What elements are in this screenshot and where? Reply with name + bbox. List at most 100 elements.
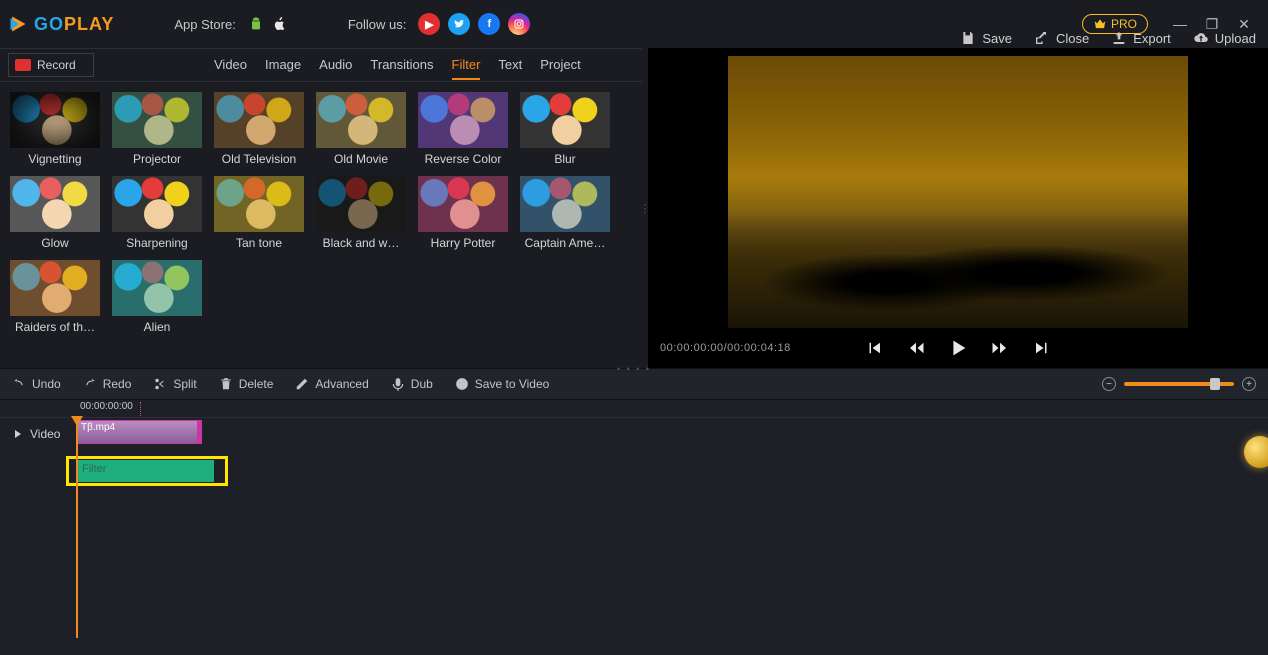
- filter-thumbnail: [418, 92, 508, 148]
- filter-thumbnail: [112, 92, 202, 148]
- filter-item[interactable]: Sharpening: [112, 176, 202, 250]
- twitter-icon[interactable]: [448, 13, 470, 35]
- dub-button[interactable]: Dub: [391, 377, 433, 391]
- filter-label: Reverse Color: [418, 152, 508, 166]
- undo-icon: [12, 377, 26, 391]
- video-clip[interactable]: Tβ.mp4: [76, 420, 200, 444]
- export-button[interactable]: Export: [1111, 30, 1171, 46]
- filter-label: Raiders of th…: [10, 320, 100, 334]
- tab-image[interactable]: Image: [265, 51, 301, 80]
- zoom-out-button[interactable]: −: [1102, 377, 1116, 391]
- filter-item[interactable]: Alien: [112, 260, 202, 334]
- filter-label: Old Movie: [316, 152, 406, 166]
- filter-label: Harry Potter: [418, 236, 508, 250]
- save-button[interactable]: Save: [960, 30, 1012, 46]
- redo-button[interactable]: Redo: [83, 377, 132, 391]
- timeline-ruler[interactable]: 00:00:00:00: [0, 400, 1268, 418]
- filter-thumbnail: [214, 176, 304, 232]
- tab-text[interactable]: Text: [498, 51, 522, 80]
- filter-item[interactable]: Old Movie: [316, 92, 406, 166]
- zoom-slider[interactable]: [1124, 382, 1234, 386]
- play-button[interactable]: [947, 337, 969, 359]
- split-icon: [153, 377, 167, 391]
- tab-project[interactable]: Project: [540, 51, 580, 80]
- filter-label: Projector: [112, 152, 202, 166]
- clip-endcap[interactable]: [197, 420, 202, 444]
- skip-start-button[interactable]: [863, 337, 885, 359]
- filter-thumbnail: [10, 260, 100, 316]
- filter-item[interactable]: Captain Ame…: [520, 176, 610, 250]
- filter-item[interactable]: Reverse Color: [418, 92, 508, 166]
- close-button[interactable]: Close: [1034, 30, 1089, 46]
- frame-back-button[interactable]: [905, 337, 927, 359]
- filter-item[interactable]: Glow: [10, 176, 100, 250]
- timeline: 00:00:00:00 Video Tβ.mp4 Filter: [0, 400, 1268, 655]
- follow-label: Follow us:: [348, 17, 407, 32]
- filter-thumbnail: [112, 260, 202, 316]
- filter-label: Black and w…: [316, 236, 406, 250]
- record-label: Record: [37, 58, 76, 72]
- media-tabs: Video Image Audio Transitions Filter Tex…: [214, 51, 581, 80]
- filter-item[interactable]: Tan tone: [214, 176, 304, 250]
- filter-thumbnail: [316, 176, 406, 232]
- zoom-in-button[interactable]: +: [1242, 377, 1256, 391]
- pro-label: PRO: [1111, 17, 1137, 31]
- youtube-icon[interactable]: ▶: [418, 13, 440, 35]
- redo-label: Redo: [103, 377, 132, 391]
- apple-icon[interactable]: [272, 16, 288, 32]
- filter-thumbnail: [418, 176, 508, 232]
- tab-transitions[interactable]: Transitions: [370, 51, 433, 80]
- filter-thumbnail: [10, 92, 100, 148]
- redo-icon: [83, 377, 97, 391]
- save-to-video-button[interactable]: Save to Video: [455, 377, 550, 391]
- advanced-button[interactable]: Advanced: [295, 377, 368, 391]
- tab-audio[interactable]: Audio: [319, 51, 352, 80]
- video-clip-name: Tβ.mp4: [81, 422, 115, 433]
- close-icon: [1034, 30, 1050, 46]
- export-label: Export: [1133, 31, 1171, 46]
- filter-label: Blur: [520, 152, 610, 166]
- filter-thumbnail: [10, 176, 100, 232]
- filter-item[interactable]: Old Television: [214, 92, 304, 166]
- undo-button[interactable]: Undo: [12, 377, 61, 391]
- filter-item[interactable]: Black and w…: [316, 176, 406, 250]
- ruler-timecode: 00:00:00:00: [80, 401, 133, 412]
- main-area: Record Video Image Audio Transitions Fil…: [0, 48, 1268, 368]
- tab-video[interactable]: Video: [214, 51, 247, 80]
- save-video-icon: [455, 377, 469, 391]
- filter-item[interactable]: Vignetting: [10, 92, 100, 166]
- delete-label: Delete: [239, 377, 274, 391]
- delete-button[interactable]: Delete: [219, 377, 274, 391]
- filter-thumbnail: [112, 176, 202, 232]
- save-to-video-label: Save to Video: [475, 377, 550, 391]
- filter-item[interactable]: Raiders of th…: [10, 260, 100, 334]
- tab-filter[interactable]: Filter: [452, 51, 481, 80]
- timeline-body[interactable]: Video Tβ.mp4 Filter: [0, 418, 1268, 638]
- playhead[interactable]: [76, 418, 78, 638]
- skip-end-button[interactable]: [1031, 337, 1053, 359]
- android-icon[interactable]: [248, 16, 264, 32]
- record-button[interactable]: Record: [8, 53, 94, 77]
- playback-controls: 00:00:00:00/00:00:04:18: [648, 328, 1268, 368]
- split-button[interactable]: Split: [153, 377, 196, 391]
- filter-label: Old Television: [214, 152, 304, 166]
- filter-thumbnail: [520, 176, 610, 232]
- coin-badge[interactable]: [1244, 436, 1268, 468]
- filter-item[interactable]: Blur: [520, 92, 610, 166]
- delete-icon: [219, 377, 233, 391]
- upload-button[interactable]: Upload: [1193, 30, 1256, 46]
- toolbar-drag-handle[interactable]: • • • •: [617, 364, 651, 374]
- instagram-icon[interactable]: [508, 13, 530, 35]
- zoom-control: − +: [1102, 377, 1256, 391]
- dub-icon: [391, 377, 405, 391]
- filter-label: Sharpening: [112, 236, 202, 250]
- facebook-icon[interactable]: f: [478, 13, 500, 35]
- filter-item[interactable]: Harry Potter: [418, 176, 508, 250]
- timeline-toolbar: • • • • Undo Redo Split Delete Advanced …: [0, 368, 1268, 400]
- frame-forward-button[interactable]: [989, 337, 1011, 359]
- zoom-thumb[interactable]: [1210, 378, 1220, 390]
- appstore-label: App Store:: [174, 17, 235, 32]
- filter-item[interactable]: Projector: [112, 92, 202, 166]
- preview-viewport: [648, 48, 1268, 328]
- undo-label: Undo: [32, 377, 61, 391]
